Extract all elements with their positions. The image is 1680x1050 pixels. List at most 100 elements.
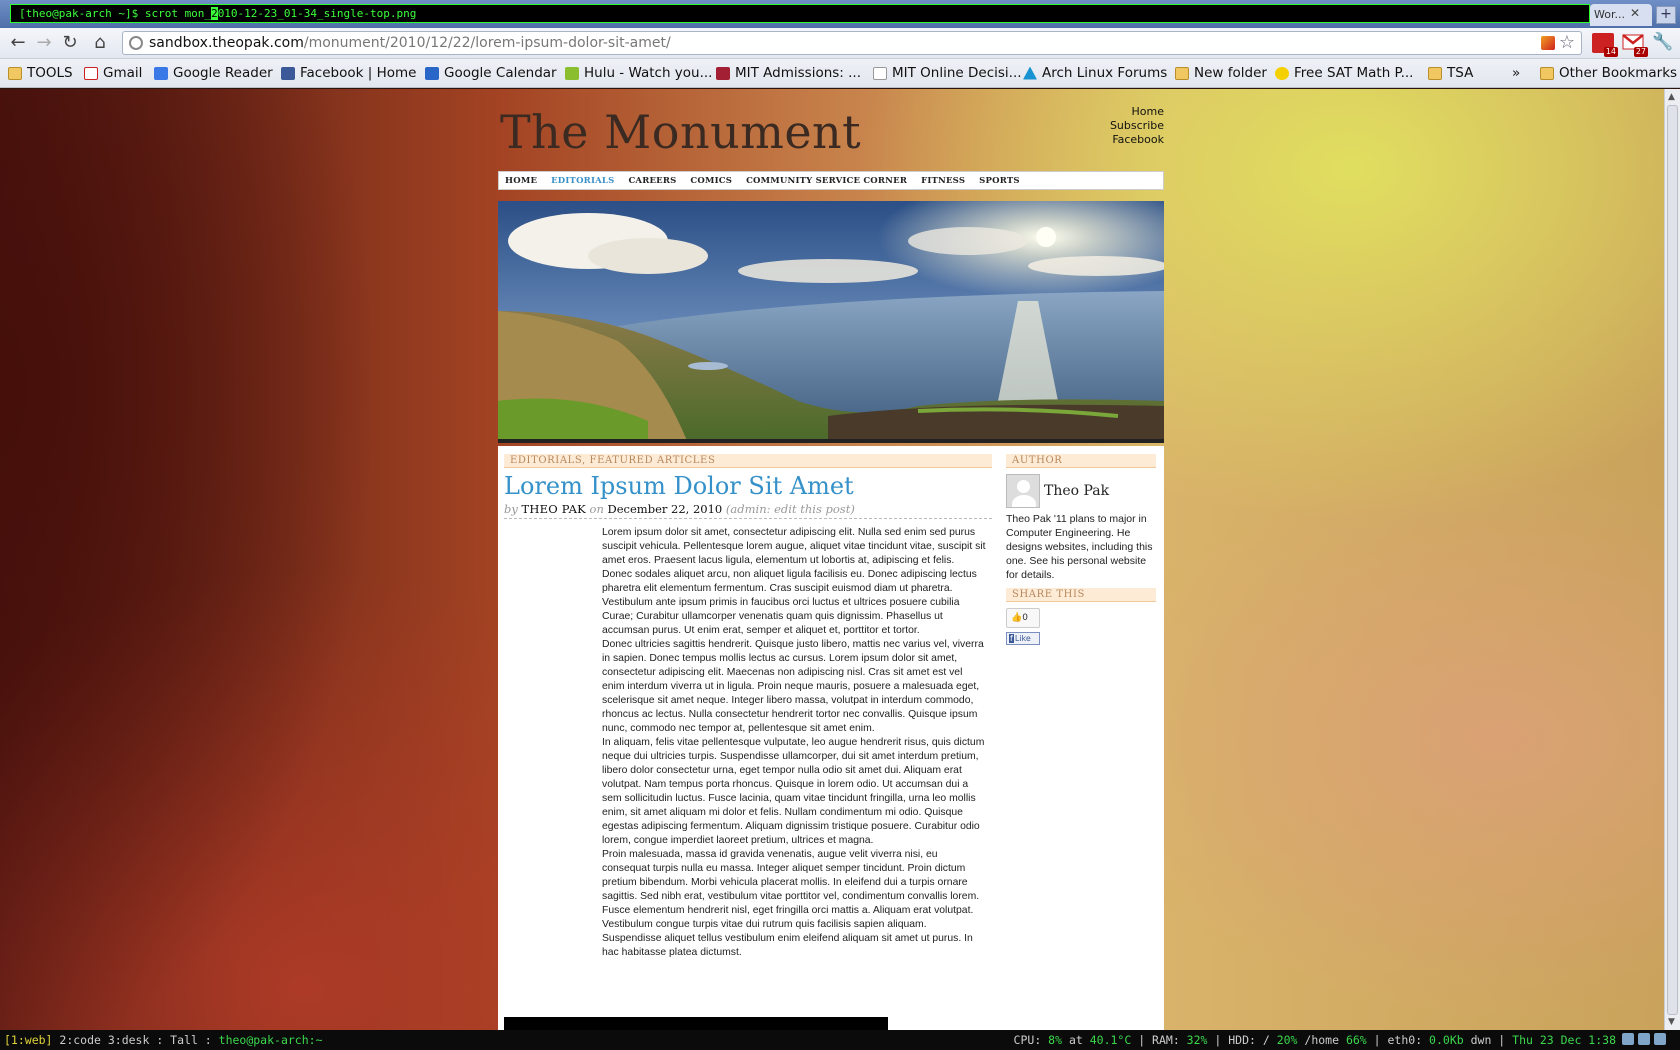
facebook-like-button[interactable]: f Like — [1006, 632, 1040, 645]
terminal-prompt[interactable]: [theo@pak-arch ~]$ scrot mon_2010-12-23_… — [10, 4, 1590, 23]
nav-comics[interactable]: COMICS — [690, 176, 732, 186]
extension-pdf-icon[interactable]: 14 — [1592, 33, 1618, 57]
author-name: Theo Pak — [1044, 483, 1110, 499]
top-link-home[interactable]: Home — [1110, 105, 1164, 119]
bookmark-tsa[interactable]: TSA — [1428, 65, 1473, 81]
author-bio: Theo Pak '11 plans to major in Computer … — [1006, 513, 1153, 581]
home-icon[interactable]: ⌂ — [88, 32, 112, 54]
bookmark-new-folder[interactable]: New folder — [1175, 65, 1267, 81]
forward-arrow-icon[interactable]: → — [32, 32, 56, 54]
net-value: 0.0Kb — [1429, 1033, 1464, 1047]
content-area: EDITORIALS, FEATURED ARTICLES Lorem Ipsu… — [498, 446, 1164, 1030]
bookmark-gmail[interactable]: Gmail — [84, 65, 142, 81]
like-count-value: 0 — [1022, 613, 1028, 623]
site-nav-menu: HOME EDITORIALS CAREERS COMICS COMMUNITY… — [498, 171, 1164, 190]
site-container: The Monument Home Subscribe Facebook HOM… — [498, 89, 1164, 1030]
folder-icon — [1540, 66, 1554, 80]
vertical-scrollbar[interactable]: ▲ ▼ — [1664, 89, 1680, 1030]
page-icon — [873, 66, 887, 80]
nav-careers[interactable]: CAREERS — [628, 176, 676, 186]
bookmark-free-sat-math[interactable]: Free SAT Math P... — [1275, 65, 1413, 81]
rss-icon[interactable] — [1541, 36, 1555, 50]
byline-date: December 22, 2010 — [607, 502, 723, 516]
bookmark-label: Google Reader — [173, 65, 273, 81]
nav-home[interactable]: HOME — [505, 176, 537, 186]
sidebar: AUTHOR Theo Pak Theo Pak '11 plans to ma… — [1006, 454, 1156, 645]
nav-sports[interactable]: SPORTS — [979, 176, 1020, 186]
bookmark-label: Other Bookmarks — [1559, 65, 1678, 81]
bookmark-label: Free SAT Math P... — [1294, 65, 1414, 81]
back-arrow-icon[interactable]: ← — [6, 32, 30, 54]
nav-community-service-corner[interactable]: COMMUNITY SERVICE CORNER — [746, 176, 907, 186]
edit-post-link[interactable]: (admin: edit this post) — [726, 502, 855, 516]
url-host: sandbox.theopak.com — [149, 35, 304, 51]
reload-icon[interactable]: ↻ — [58, 32, 82, 54]
network-tray-icon[interactable] — [1622, 1033, 1634, 1045]
bookmark-hulu[interactable]: Hulu - Watch you... — [565, 65, 712, 81]
scroll-down-arrow-icon[interactable]: ▼ — [1668, 1017, 1675, 1027]
bookmark-google-calendar[interactable]: Google Calendar — [425, 65, 557, 81]
address-bar[interactable]: sandbox.theopak.com/monument/2010/12/22/… — [122, 31, 1582, 55]
post-title[interactable]: Lorem Ipsum Dolor Sit Amet — [504, 472, 992, 500]
window-titlebar: [theo@pak-arch ~]$ scrot mon_2010-12-23_… — [0, 0, 1680, 28]
bookmark-label: MIT Admissions: ... — [735, 65, 862, 81]
bookmark-arch-linux-forums[interactable]: Arch Linux Forums — [1023, 65, 1167, 81]
volume-tray-icon[interactable] — [1654, 1033, 1666, 1045]
terminal-command-suffix: 010-12-23_01-34_single-top.png — [217, 7, 417, 20]
arch-icon — [1023, 66, 1037, 80]
tab-close-icon[interactable]: ✕ — [1630, 6, 1640, 20]
browser-tab[interactable]: Wor... — [1590, 4, 1652, 26]
post-paragraph-1: Lorem ipsum dolor sit amet, consectetur … — [602, 527, 986, 636]
nav-editorials[interactable]: EDITORIALS — [551, 176, 614, 186]
facebook-f-icon: f — [1009, 634, 1014, 643]
gmail-icon — [84, 66, 98, 80]
top-link-subscribe[interactable]: Subscribe — [1110, 119, 1164, 133]
page-info-icon[interactable] — [129, 36, 143, 50]
avatar — [1006, 474, 1040, 508]
window-title: theo@pak-arch:~ — [218, 1033, 323, 1047]
bluetooth-tray-icon[interactable] — [1638, 1033, 1650, 1045]
bookmark-label: Google Calendar — [444, 65, 557, 81]
folder-icon — [1175, 66, 1189, 80]
top-links: Home Subscribe Facebook — [1110, 105, 1164, 147]
wrench-menu-icon[interactable]: 🔧 — [1652, 32, 1673, 52]
facebook-icon — [281, 66, 295, 80]
ram-label: | RAM: — [1131, 1033, 1187, 1047]
top-link-facebook[interactable]: Facebook — [1110, 133, 1164, 147]
bookmark-other-bookmarks[interactable]: Other Bookmarks — [1540, 65, 1677, 81]
workspace-others[interactable]: 2:code 3:desk : Tall : — [52, 1033, 218, 1047]
clock: Thu 23 Dec 1:38 — [1512, 1033, 1616, 1047]
post-categories[interactable]: EDITORIALS, FEATURED ARTICLES — [504, 454, 992, 468]
bookmark-facebook[interactable]: Facebook | Home — [281, 65, 416, 81]
scroll-up-arrow-icon[interactable]: ▲ — [1668, 92, 1675, 102]
like-count-button[interactable]: 👍0 — [1006, 608, 1040, 628]
embedded-media-block — [504, 1017, 888, 1030]
byline-author-link[interactable]: THEO PAK — [522, 502, 586, 516]
extension-gmail-icon[interactable]: 27 — [1622, 33, 1648, 57]
hdd-home-label: /home — [1297, 1033, 1346, 1047]
system-monitor: CPU: 8% at 40.1°C | RAM: 32% | HDD: / 20… — [1014, 1030, 1616, 1050]
new-tab-button[interactable]: + — [1656, 6, 1676, 24]
bookmark-google-reader[interactable]: Google Reader — [154, 65, 273, 81]
post-paragraph-4: Proin malesuada, massa id gravida venena… — [602, 849, 980, 958]
site-title[interactable]: The Monument — [500, 105, 861, 159]
sidebar-author-heading: AUTHOR — [1006, 454, 1156, 468]
hdd-label: | HDD: / — [1207, 1033, 1277, 1047]
author-row: Theo Pak — [1006, 474, 1156, 508]
bookmark-mit-online-decision[interactable]: MIT Online Decisi... — [873, 65, 1022, 81]
page-viewport: The Monument Home Subscribe Facebook HOM… — [0, 89, 1664, 1030]
bookmark-mit-admissions[interactable]: MIT Admissions: ... — [716, 65, 861, 81]
bookmark-star-icon[interactable]: ☆ — [1559, 32, 1575, 54]
extension-pdf-badge: 14 — [1603, 47, 1618, 57]
bookmark-tools[interactable]: TOOLS — [8, 65, 73, 81]
workspace-active[interactable]: [1:web] — [4, 1033, 52, 1047]
byline-by: by — [504, 502, 518, 516]
bookmarks-overflow-chevron-icon[interactable]: » — [1512, 65, 1520, 81]
hdd-home-value: 66% — [1345, 1033, 1367, 1047]
net-direction: dwn | — [1463, 1033, 1513, 1047]
banner-landscape-image — [498, 201, 1164, 443]
thumbs-up-icon: 👍 — [1011, 613, 1023, 623]
nav-fitness[interactable]: FITNESS — [921, 176, 965, 186]
cpu-label: CPU: — [1013, 1033, 1049, 1047]
scrollbar-thumb[interactable] — [1667, 105, 1678, 1015]
